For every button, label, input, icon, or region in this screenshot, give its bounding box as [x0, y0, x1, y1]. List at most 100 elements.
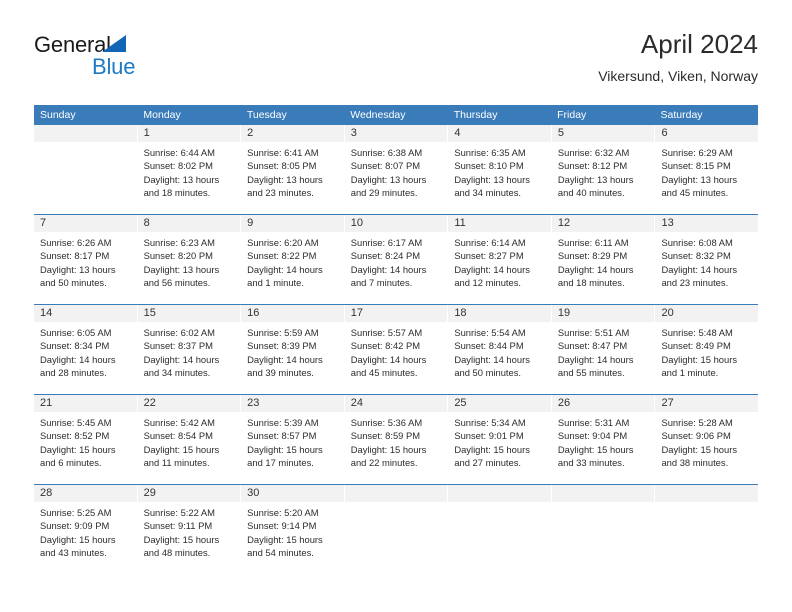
sunset-text: Sunset: 9:11 PM [143, 520, 213, 532]
sunset-text: Sunset: 8:10 PM [454, 160, 524, 172]
calendar-week-row: 21 Sunrise: 5:45 AM Sunset: 8:52 PM Dayligh… [34, 394, 759, 484]
day-cell[interactable]: 5 Sunrise: 6:32 AM Sunset: 8:12 PM Daylight… [551, 125, 656, 214]
day-number: 21 [34, 395, 137, 412]
day-info: Sunrise: 5:22 AM Sunset: 9:11 PM Daylight:… [138, 502, 241, 559]
day-info: Sunrise: 5:28 AM Sunset: 9:06 PM Daylight:… [655, 412, 758, 469]
calendar-week-row: 1 Sunrise: 6:44 AM Sunset: 8:02 PM Daylight… [34, 125, 759, 214]
sunset-text: Sunset: 8:37 PM [143, 340, 213, 352]
day-cell[interactable]: 27 Sunrise: 5:28 AM Sunset: 9:06 PM Dayligh… [655, 395, 759, 484]
daylight-text: Daylight: 15 hours and 1 minute. [661, 353, 738, 378]
day-info: Sunrise: 6:41 AM Sunset: 8:05 PM Daylight:… [241, 142, 344, 199]
sunset-text: Sunset: 8:49 PM [661, 340, 731, 352]
day-info: Sunrise: 6:05 AM Sunset: 8:34 PM Daylight:… [34, 322, 137, 379]
day-info: Sunrise: 5:34 AM Sunset: 9:01 PM Daylight:… [448, 412, 551, 469]
day-info: Sunrise: 6:20 AM Sunset: 8:22 PM Daylight:… [241, 232, 344, 289]
sunrise-text: Sunrise: 6:14 AM [454, 237, 526, 248]
day-info: Sunrise: 6:26 AM Sunset: 8:17 PM Daylight:… [34, 232, 137, 289]
day-number: 5 [551, 125, 655, 142]
day-number: 30 [241, 485, 344, 502]
calendar-week-row: 7 Sunrise: 6:26 AM Sunset: 8:17 PM Daylight… [34, 214, 759, 304]
daylight-text: Daylight: 13 hours and 23 minutes. [247, 173, 323, 198]
weekday-header-row: Sunday Monday Tuesday Wednesday Thursday Frid… [34, 105, 758, 125]
day-cell[interactable]: 11 Sunrise: 6:14 AM Sunset: 8:27 PM Dayligh… [448, 215, 552, 304]
weekday-header-saturday: Saturday [660, 109, 703, 121]
page-title: April 2024 [640, 29, 758, 59]
day-cell[interactable]: 1 Sunrise: 6:44 AM Sunset: 8:02 PM Daylight… [137, 125, 242, 214]
sunrise-text: Sunrise: 6:05 AM [40, 327, 112, 338]
daylight-text: Daylight: 15 hours and 11 minutes. [143, 443, 220, 468]
sunset-text: Sunset: 9:06 PM [661, 430, 731, 442]
sunrise-text: Sunrise: 5:36 AM [350, 417, 423, 428]
day-cell[interactable]: 4 Sunrise: 6:35 AM Sunset: 8:10 PM Daylight… [448, 125, 552, 214]
sunrise-text: Sunrise: 5:28 AM [661, 417, 733, 428]
page-subtitle: Vikersund, Viken, Norway [598, 67, 758, 84]
day-cell[interactable]: 28 Sunrise: 5:25 AM Sunset: 9:09 PM Dayligh… [34, 485, 138, 574]
day-info: Sunrise: 5:20 AM Sunset: 9:14 PM Daylight:… [241, 502, 344, 559]
day-cell[interactable]: 30 Sunrise: 5:20 AM Sunset: 9:14 PM Dayligh… [241, 485, 345, 574]
daylight-text: Daylight: 14 hours and 28 minutes. [40, 353, 116, 378]
day-cell[interactable]: 17 Sunrise: 5:57 AM Sunset: 8:42 PM Dayligh… [344, 305, 449, 394]
day-cell[interactable]: 24 Sunrise: 5:36 AM Sunset: 8:59 PM Dayligh… [344, 395, 449, 484]
day-number: 24 [344, 395, 448, 412]
sunrise-text: Sunrise: 5:20 AM [247, 507, 319, 518]
daylight-text: Daylight: 14 hours and 34 minutes. [143, 353, 220, 378]
day-cell[interactable]: 6 Sunrise: 6:29 AM Sunset: 8:15 PM Daylight… [655, 125, 759, 214]
sunset-text: Sunset: 9:09 PM [40, 520, 110, 532]
day-cell[interactable]: 7 Sunrise: 6:26 AM Sunset: 8:17 PM Daylight… [34, 215, 138, 304]
day-cell[interactable]: 13 Sunrise: 6:08 AM Sunset: 8:32 PM Dayligh… [655, 215, 759, 304]
day-info: Sunrise: 5:59 AM Sunset: 8:39 PM Daylight:… [241, 322, 344, 379]
day-cell[interactable]: 8 Sunrise: 6:23 AM Sunset: 8:20 PM Daylight… [137, 215, 242, 304]
weekday-header-sunday: Sunday [40, 109, 76, 121]
sunset-text: Sunset: 8:44 PM [454, 340, 524, 352]
sunrise-text: Sunrise: 6:02 AM [143, 327, 215, 338]
day-cell[interactable]: 9 Sunrise: 6:20 AM Sunset: 8:22 PM Daylight… [241, 215, 345, 304]
day-cell[interactable]: 2 Sunrise: 6:41 AM Sunset: 8:05 PM Daylight… [241, 125, 345, 214]
day-info: Sunrise: 5:39 AM Sunset: 8:57 PM Daylight:… [241, 412, 344, 469]
daylight-text: Daylight: 14 hours and 23 minutes. [661, 263, 738, 288]
sunrise-text: Sunrise: 5:59 AM [247, 327, 319, 338]
day-cell[interactable]: 14 Sunrise: 6:05 AM Sunset: 8:34 PM Dayligh… [34, 305, 138, 394]
sunset-text: Sunset: 8:29 PM [557, 250, 628, 262]
weekday-header-tuesday: Tuesday [246, 109, 287, 121]
weekday-header-wednesday: Wednesday [350, 109, 406, 121]
sunrise-text: Sunrise: 5:22 AM [143, 507, 215, 518]
masthead: General Blue April 2024 Vikersund, Viken… [34, 30, 758, 92]
day-cell[interactable]: 22 Sunrise: 5:42 AM Sunset: 8:54 PM Dayligh… [137, 395, 242, 484]
day-cell[interactable]: 12 Sunrise: 6:11 AM Sunset: 8:29 PM Dayligh… [551, 215, 656, 304]
sunrise-text: Sunrise: 6:29 AM [661, 147, 733, 158]
day-cell[interactable]: 15 Sunrise: 6:02 AM Sunset: 8:37 PM Dayligh… [137, 305, 242, 394]
day-cell[interactable]: 10 Sunrise: 6:17 AM Sunset: 8:24 PM Dayligh… [344, 215, 449, 304]
day-cell[interactable]: 18 Sunrise: 5:54 AM Sunset: 8:44 PM Dayligh… [448, 305, 552, 394]
sunset-text: Sunset: 9:01 PM [454, 430, 524, 442]
day-cell[interactable]: 26 Sunrise: 5:31 AM Sunset: 9:04 PM Dayligh… [551, 395, 656, 484]
calendar-week-row: 14 Sunrise: 6:05 AM Sunset: 8:34 PM Dayligh… [34, 304, 759, 394]
sunset-text: Sunset: 8:07 PM [350, 160, 421, 172]
sunrise-text: Sunrise: 6:26 AM [40, 237, 112, 248]
daylight-text: Daylight: 15 hours and 48 minutes. [143, 533, 220, 558]
sunrise-text: Sunrise: 6:44 AM [143, 147, 215, 158]
daylight-text: Daylight: 15 hours and 17 minutes. [247, 443, 323, 468]
day-cell[interactable]: 20 Sunrise: 5:48 AM Sunset: 8:49 PM Dayligh… [655, 305, 759, 394]
daylight-text: Daylight: 15 hours and 38 minutes. [661, 443, 738, 468]
day-info: Sunrise: 5:31 AM Sunset: 9:04 PM Daylight:… [552, 412, 655, 469]
weekday-header-thursday: Thursday [453, 109, 498, 121]
day-cell[interactable]: 19 Sunrise: 5:51 AM Sunset: 8:47 PM Dayligh… [551, 305, 656, 394]
sunset-text: Sunset: 8:32 PM [661, 250, 731, 262]
day-cell[interactable]: 29 Sunrise: 5:22 AM Sunset: 9:11 PM Dayligh… [137, 485, 242, 574]
day-info: Sunrise: 5:54 AM Sunset: 8:44 PM Daylight:… [448, 322, 551, 379]
day-cell[interactable]: 3 Sunrise: 6:38 AM Sunset: 8:07 PM Daylight… [344, 125, 449, 214]
day-cell[interactable]: 16 Sunrise: 5:59 AM Sunset: 8:39 PM Dayligh… [241, 305, 345, 394]
sunrise-text: Sunrise: 6:11 AM [557, 237, 629, 248]
sunrise-text: Sunrise: 6:23 AM [143, 237, 215, 248]
day-cell[interactable]: 25 Sunrise: 5:34 AM Sunset: 9:01 PM Dayligh… [448, 395, 552, 484]
day-cell[interactable]: 23 Sunrise: 5:39 AM Sunset: 8:57 PM Dayligh… [241, 395, 345, 484]
sunset-text: Sunset: 9:04 PM [557, 430, 628, 442]
day-number: 6 [655, 125, 759, 142]
sunset-text: Sunset: 8:22 PM [247, 250, 317, 262]
daylight-text: Daylight: 14 hours and 39 minutes. [247, 353, 323, 378]
day-info: Sunrise: 6:38 AM Sunset: 8:07 PM Daylight:… [345, 142, 448, 199]
daylight-text: Daylight: 14 hours and 55 minutes. [557, 353, 634, 378]
day-number [344, 485, 448, 502]
day-cell[interactable]: 21 Sunrise: 5:45 AM Sunset: 8:52 PM Dayligh… [34, 395, 138, 484]
general-blue-logo: General Blue [34, 32, 164, 84]
